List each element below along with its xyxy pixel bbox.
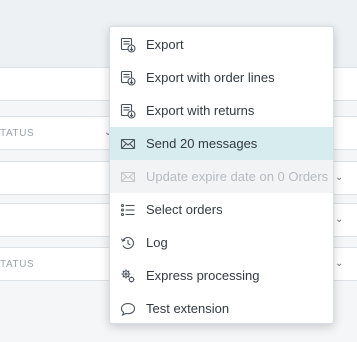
menu-item-update-expire-date: Update expire date on 0 Orders — [110, 160, 333, 193]
menu-item-export[interactable]: Export — [110, 28, 333, 61]
list-icon — [120, 202, 136, 218]
menu-item-send-messages[interactable]: Send 20 messages — [110, 127, 333, 160]
status-filter-label: TATUS — [0, 127, 35, 139]
chevron-down-icon: ⌄ — [335, 214, 344, 225]
menu-item-express-processing[interactable]: Express processing — [110, 259, 333, 292]
menu-item-label: Test extension — [146, 301, 230, 316]
menu-item-label: Select orders — [146, 202, 223, 217]
actions-dropdown-menu: Export Export with order lines Export wi — [109, 26, 334, 324]
menu-item-label: Export — [146, 37, 184, 52]
chevron-down-icon: ⌄ — [335, 258, 344, 269]
chat-bubble-icon — [120, 301, 136, 317]
chevron-down-icon: ⌄ — [335, 172, 344, 183]
gears-icon — [120, 268, 136, 284]
menu-item-log[interactable]: Log — [110, 226, 333, 259]
history-icon — [120, 235, 136, 251]
status-filter-label: TATUS — [0, 258, 35, 270]
envelope-icon — [120, 136, 136, 152]
export-icon — [120, 37, 136, 53]
menu-item-label: Export with order lines — [146, 70, 275, 85]
menu-item-label: Send 20 messages — [146, 136, 258, 151]
menu-item-export-returns[interactable]: Export with returns — [110, 94, 333, 127]
menu-item-test-extension[interactable]: Test extension — [110, 292, 333, 325]
export-order-lines-icon — [120, 70, 136, 86]
menu-item-label: Update expire date on 0 Orders — [146, 169, 329, 184]
menu-item-label: Export with returns — [146, 103, 255, 118]
menu-item-label: Express processing — [146, 268, 260, 283]
menu-item-label: Log — [146, 235, 168, 250]
menu-item-select-orders[interactable]: Select orders — [110, 193, 333, 226]
menu-item-export-order-lines[interactable]: Export with order lines — [110, 61, 333, 94]
export-returns-icon — [120, 103, 136, 119]
envelope-icon — [120, 169, 136, 185]
